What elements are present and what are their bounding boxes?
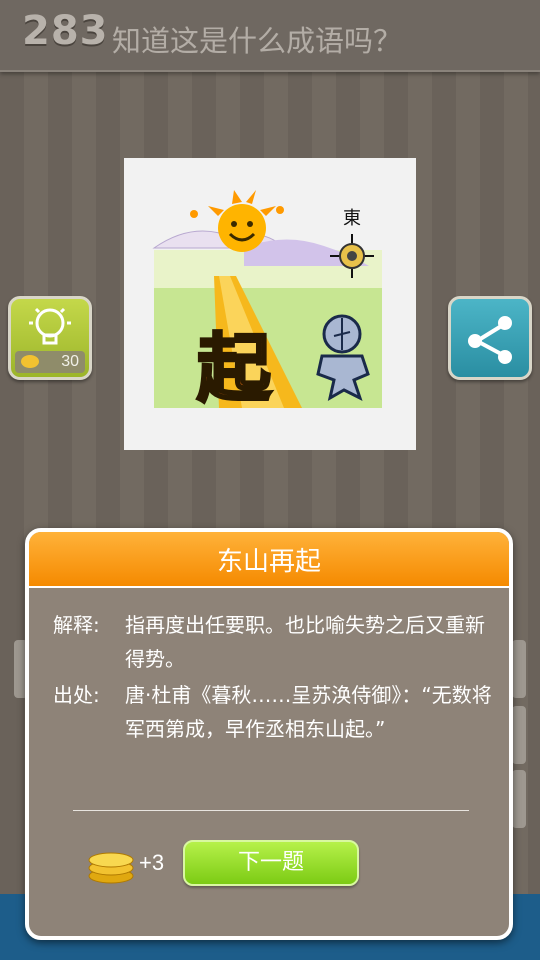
share-button[interactable] (448, 296, 532, 380)
divider (73, 810, 469, 811)
puzzle-illustration: 東 起 (152, 190, 382, 414)
answer-title: 东山再起 (29, 532, 509, 588)
answer-tile (512, 640, 526, 698)
coin-icon (21, 355, 39, 368)
lightbulb-icon (29, 307, 71, 345)
source-label: 出处: (53, 683, 100, 707)
big-char: 起 (197, 326, 272, 412)
coins-icon (88, 852, 134, 884)
share-icon (468, 316, 512, 364)
answer-tile (512, 770, 526, 828)
meaning-label: 解释: (53, 613, 100, 637)
source-text: 唐·杜甫《暮秋……呈苏涣侍御》：“无数将军西第成，早作丞相东山起。” (125, 683, 492, 741)
puzzle-image: 東 起 (124, 158, 416, 450)
next-question-button[interactable]: 下一题 (183, 840, 359, 886)
reward-amount: +3 (139, 850, 165, 875)
direction-char: 東 (343, 208, 361, 229)
answer-dialog: 东山再起 解释: 指再度出任要职。也比喻失势之后又重新得势。 出处: 唐·杜甫《… (25, 528, 513, 940)
hint-cost: 30 (15, 351, 85, 373)
top-bar: 283 知道这是什么成语吗？ (0, 0, 540, 72)
level-number: 283 (22, 8, 109, 54)
hint-cost-value: 30 (61, 353, 79, 370)
meaning-text: 指再度出任要职。也比喻失势之后又重新得势。 (125, 613, 485, 671)
hint-button[interactable]: 30 (8, 296, 92, 380)
question-text: 知道这是什么成语吗？ (112, 24, 403, 58)
answer-tile (512, 706, 526, 764)
